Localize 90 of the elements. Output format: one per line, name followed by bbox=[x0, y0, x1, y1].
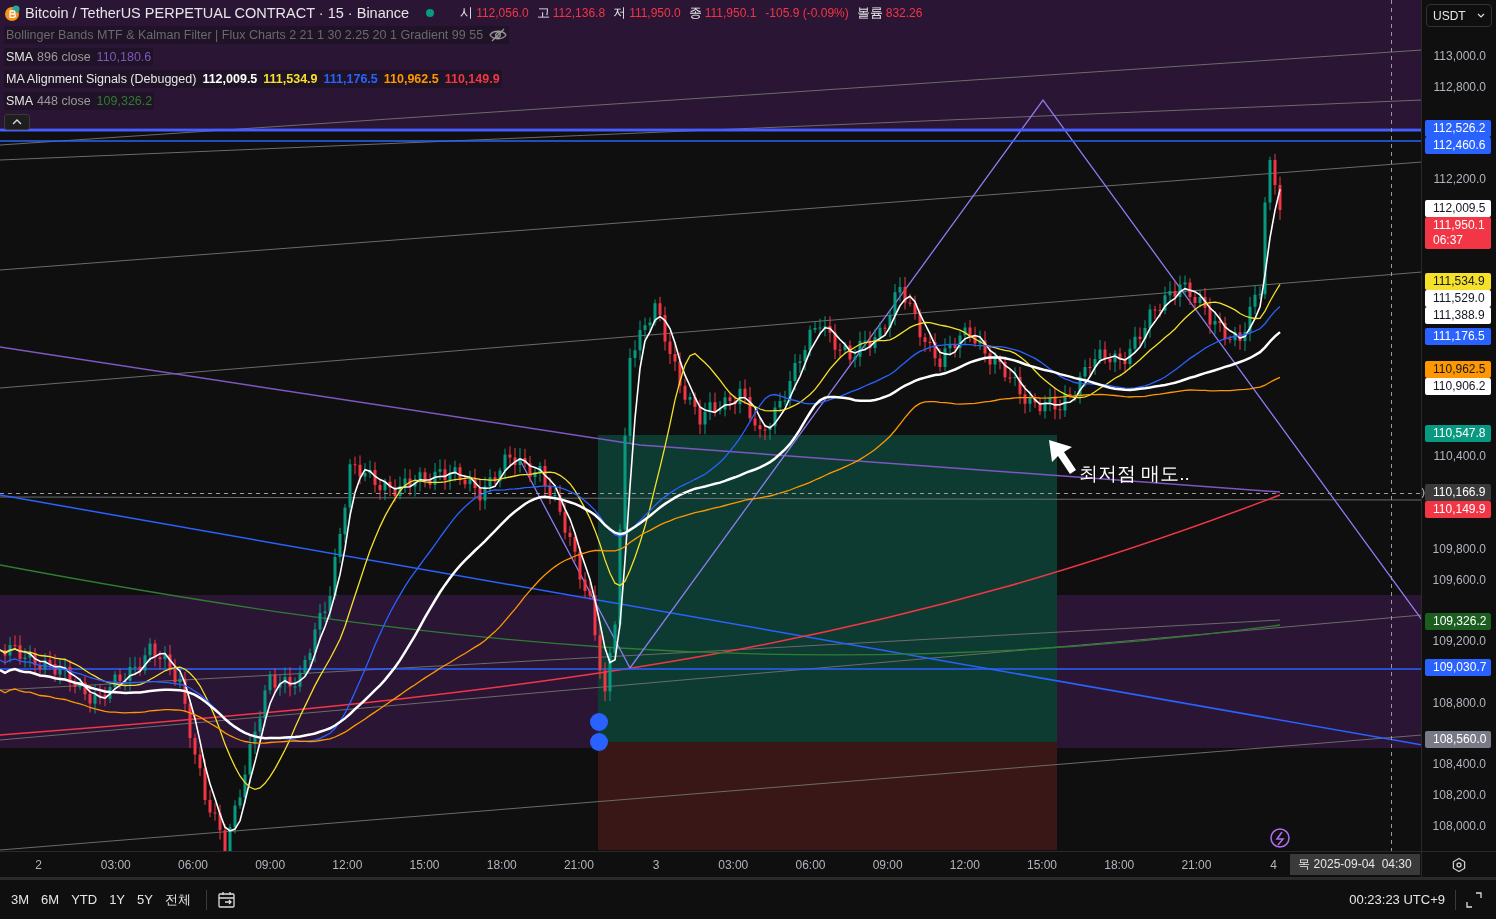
range-button[interactable]: 3M bbox=[6, 890, 35, 909]
ohlc-label: 고 bbox=[536, 4, 550, 22]
ohlc-value: 111,950.1 bbox=[704, 6, 757, 20]
collapse-button[interactable] bbox=[4, 114, 30, 130]
time-tick: 21:00 bbox=[1181, 857, 1212, 872]
indicator-name[interactable]: SMA bbox=[6, 50, 34, 64]
price-tick: 108,200.0 bbox=[1432, 787, 1486, 804]
time-tick: 06:00 bbox=[177, 857, 208, 872]
settings-icon[interactable] bbox=[1451, 856, 1467, 873]
volume-value: 832.26 bbox=[885, 6, 923, 20]
range-button[interactable]: 전체 bbox=[159, 888, 196, 911]
time-tick: 15:00 bbox=[1027, 857, 1058, 872]
eye-off-icon[interactable] bbox=[489, 28, 508, 42]
badge-price: 111,950.1 bbox=[1433, 218, 1486, 234]
time-tick: 06:00 bbox=[795, 857, 826, 872]
indicator-params: 448 close bbox=[37, 94, 91, 108]
calendar-icon[interactable] bbox=[216, 890, 237, 909]
price-tick: 112,800.0 bbox=[1433, 78, 1486, 95]
chart-annotation: 최저점 매도.. bbox=[1079, 462, 1190, 486]
indicator-value: 110,180.6 bbox=[96, 50, 152, 64]
ohlc-value: 112,136.8 bbox=[552, 6, 606, 20]
price-tick: 109,200.0 bbox=[1432, 633, 1486, 650]
clock[interactable]: 00:23:23 UTC+9 bbox=[1349, 892, 1445, 907]
badge-price: 110,149.9 bbox=[1433, 501, 1487, 517]
symbol-title[interactable]: Bitcoin / TetherUS PERPETUAL CONTRACT · 15 · Binance bbox=[25, 5, 410, 21]
time-tick: 2 bbox=[35, 857, 42, 872]
indicator-value: 109,326.2 bbox=[96, 94, 153, 108]
price-tick: 110,400.0 bbox=[1433, 448, 1486, 465]
time-tick: 21:00 bbox=[563, 857, 594, 872]
time-tick: 15:00 bbox=[409, 857, 440, 872]
crosshair-time: 목 2025-09-04 04:30 bbox=[1290, 854, 1420, 875]
price-tick: 109,800.0 bbox=[1432, 540, 1486, 557]
price-tick: 108,400.0 bbox=[1432, 756, 1486, 773]
indicator-value: 110,962.5 bbox=[383, 72, 439, 86]
badge-price: 112,460.6 bbox=[1433, 138, 1487, 154]
arrow-icon bbox=[1049, 440, 1076, 474]
indicator-name[interactable]: MA Alignment Signals (Debugged) bbox=[6, 72, 197, 86]
price-tick: 112,200.0 bbox=[1433, 171, 1486, 188]
ohlc-label: 저 bbox=[613, 4, 627, 22]
badge-price: 110,962.5 bbox=[1433, 362, 1487, 378]
time-tick: 18:00 bbox=[1104, 857, 1135, 872]
time-tick: 03:00 bbox=[100, 857, 131, 872]
time-tick: 09:00 bbox=[255, 857, 286, 872]
badge-price: 108,560.0 bbox=[1433, 732, 1488, 748]
caret-icon bbox=[1477, 13, 1485, 18]
badge-price: 112,526.2 bbox=[1433, 121, 1487, 137]
ohlc-label: 시 bbox=[460, 4, 474, 22]
indicator-name[interactable]: SMA bbox=[6, 94, 34, 108]
time-tick: 12:00 bbox=[332, 857, 363, 872]
badge-price: 112,009.5 bbox=[1433, 201, 1487, 217]
range-button[interactable]: YTD bbox=[66, 890, 103, 909]
lightning-icon[interactable] bbox=[1270, 828, 1290, 848]
badge-price: 109,326.2 bbox=[1433, 614, 1488, 630]
indicator-value: 110,149.9 bbox=[444, 72, 500, 86]
time-tick: 3 bbox=[652, 857, 660, 872]
price-tick: 108,000.0 bbox=[1432, 818, 1486, 834]
time-tick: 09:00 bbox=[872, 857, 903, 872]
badge-price: 111,388.9 bbox=[1433, 308, 1486, 324]
badge-price: 110,166.9 bbox=[1433, 484, 1487, 500]
badge-price: 111,534.9 bbox=[1433, 274, 1486, 290]
time-tick: 4 bbox=[1270, 857, 1277, 872]
ohlc-value: 112,056.0 bbox=[476, 6, 529, 20]
volume-label: 볼륨 bbox=[856, 4, 883, 22]
badge-countdown: 06:37 bbox=[1433, 233, 1465, 249]
price-tick: 113,000.0 bbox=[1433, 48, 1486, 64]
price-tick: 108,800.0 bbox=[1432, 694, 1486, 711]
bitcoin-icon bbox=[4, 5, 20, 21]
price-tick: 109,600.0 bbox=[1432, 571, 1486, 588]
time-tick: 03:00 bbox=[718, 857, 749, 872]
ohlc-value: 111,950.0 bbox=[629, 6, 681, 20]
currency-dropdown[interactable]: USDT bbox=[1426, 4, 1492, 27]
range-button[interactable]: 5Y bbox=[132, 890, 158, 909]
range-button[interactable]: 6M bbox=[36, 890, 65, 909]
badge-price: 110,547.8 bbox=[1433, 426, 1487, 442]
indicator-value: 112,009.5 bbox=[202, 72, 258, 86]
badge-price: 111,176.5 bbox=[1433, 329, 1486, 345]
ohlc-label: 종 bbox=[688, 4, 702, 22]
signal-marker bbox=[590, 713, 608, 751]
time-tick: 18:00 bbox=[486, 857, 517, 872]
indicator-value: 111,534.9 bbox=[263, 72, 318, 86]
badge-price: 111,529.0 bbox=[1433, 291, 1486, 307]
indicator-params: 896 close bbox=[37, 50, 91, 64]
caret-icon bbox=[12, 119, 22, 125]
price-change: -105.9 (-0.09%) bbox=[765, 6, 849, 20]
badge-price: 110,906.2 bbox=[1433, 379, 1487, 395]
indicator-value: 111,176.5 bbox=[323, 72, 378, 86]
time-tick: 12:00 bbox=[949, 857, 980, 872]
fullscreen-icon[interactable] bbox=[1466, 891, 1482, 908]
badge-price: 109,030.7 bbox=[1433, 659, 1488, 675]
range-button[interactable]: 1Y bbox=[104, 890, 131, 909]
